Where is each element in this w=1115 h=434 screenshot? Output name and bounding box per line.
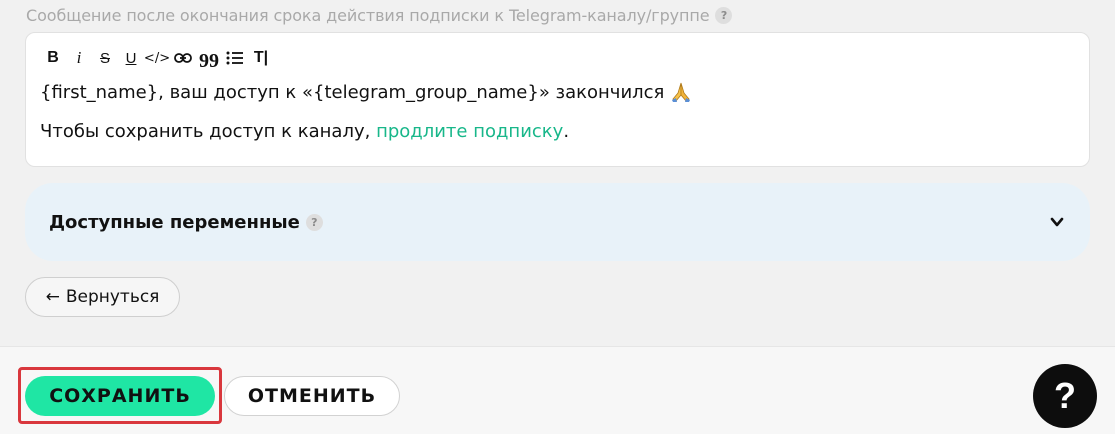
field-label: Сообщение после окончания срока действия… [26,6,733,25]
list-icon[interactable] [224,47,246,69]
message-editor[interactable]: B i S U </> 99 T| {first_name}, ваш дост… [25,32,1090,167]
back-button-label: Вернуться [65,287,160,307]
editor-toolbar: B i S U </> 99 T| [42,47,272,72]
clear-format-button[interactable]: T| [250,47,272,69]
message-line-2-end: . [563,121,570,142]
arrow-left-icon: ← [45,287,60,307]
quote-button[interactable]: 99 [198,47,220,72]
message-line-2: Чтобы сохранить доступ к каналу, продлит… [40,121,569,142]
code-button[interactable]: </> [144,47,170,69]
available-variables-title: Доступные переменные [49,211,300,233]
chevron-down-icon[interactable] [1050,214,1064,228]
field-label-text: Сообщение после окончания срока действия… [26,6,710,25]
italic-button[interactable]: i [68,47,90,69]
bold-button[interactable]: B [42,47,64,69]
save-button[interactable]: СОХРАНИТЬ [25,376,215,416]
pray-icon [670,81,692,103]
strikethrough-button[interactable]: S [94,47,116,69]
available-variables-panel[interactable]: Доступные переменные ? [25,183,1090,261]
message-line-1-text: {first_name}, ваш доступ к «{telegram_gr… [40,81,665,103]
link-icon[interactable] [172,47,194,69]
help-chat-button[interactable]: ? [1033,364,1097,428]
renew-subscription-link[interactable]: продлите подписку [376,121,563,142]
field-help-icon[interactable]: ? [715,7,733,24]
underline-button[interactable]: U [120,47,142,69]
back-button[interactable]: ← Вернуться [25,277,180,317]
cancel-button[interactable]: ОТМЕНИТЬ [224,376,400,416]
message-line-2-text: Чтобы сохранить доступ к каналу, [40,121,377,142]
variables-help-icon[interactable]: ? [305,213,323,231]
message-line-1: {first_name}, ваш доступ к «{telegram_gr… [40,81,692,103]
